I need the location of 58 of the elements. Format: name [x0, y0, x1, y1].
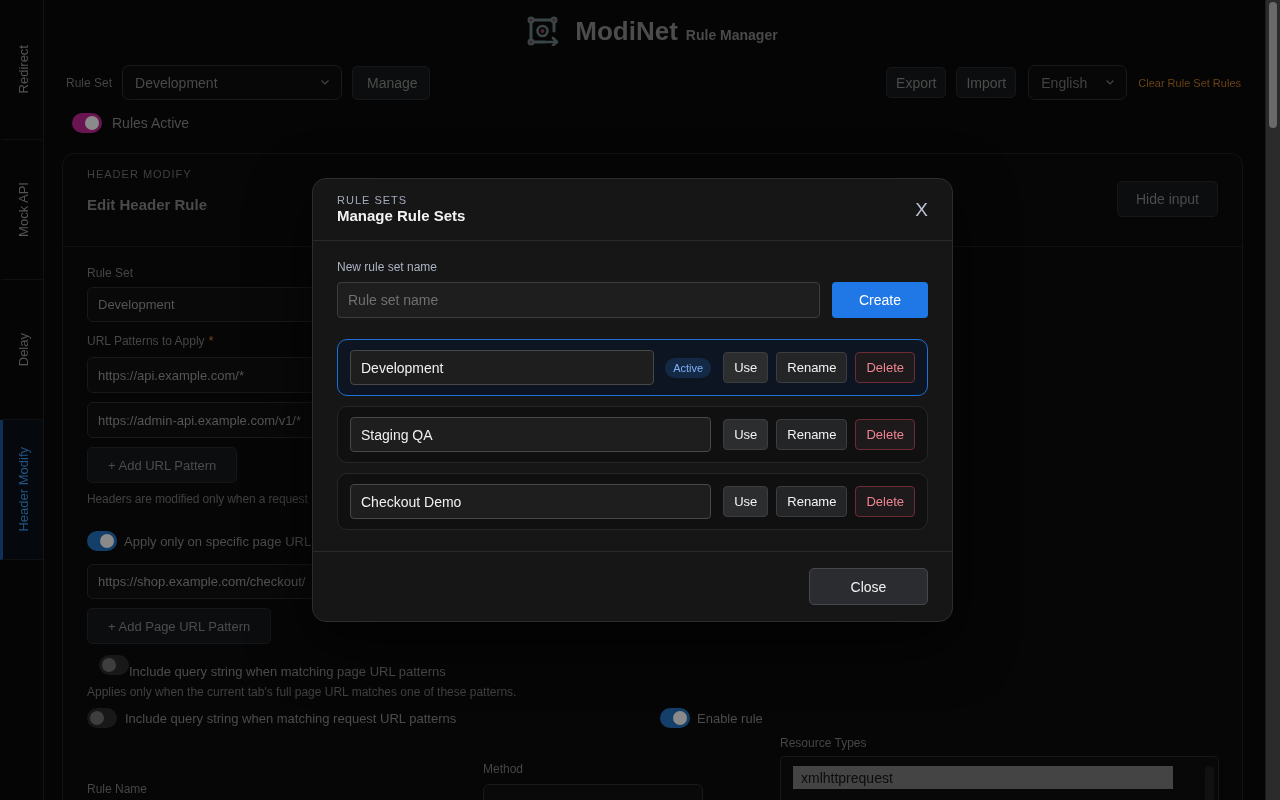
field-label: Rule Set — [87, 266, 134, 281]
field-label: Method — [483, 762, 524, 777]
toggle-label: Include query string when matching page URL patterns — [129, 664, 446, 679]
close-x-button[interactable]: X — [913, 198, 930, 221]
card-title: Edit Header Rule — [87, 195, 208, 215]
add-url-pattern-button[interactable]: + Add URL Pattern — [87, 447, 238, 483]
scrollbar-thumb[interactable] — [1269, 2, 1277, 128]
app-title: ModiNet — [575, 16, 678, 46]
rule-set-name-field[interactable]: Checkout Demo — [350, 484, 712, 519]
section-eyebrow: HEADER MODIFY — [87, 167, 192, 181]
list-option[interactable]: xmlhttprequest — [793, 766, 1173, 789]
delete-button[interactable]: Delete — [855, 419, 915, 450]
add-page-url-button[interactable]: + Add Page URL Pattern — [87, 608, 272, 644]
language-select[interactable]: English — [1028, 65, 1128, 100]
toggle-label: Enable rule — [697, 710, 763, 726]
toggle-label: Include query string when matching request URL patterns — [125, 710, 457, 726]
field-label: Rule Name — [87, 782, 148, 797]
rule-set-name-field[interactable]: Staging QA — [350, 417, 712, 452]
rule-set-label: Rule Set — [66, 75, 113, 90]
rename-button[interactable]: Rename — [776, 419, 848, 450]
toggle-switch[interactable] — [99, 655, 129, 675]
toggle-switch[interactable] — [87, 531, 117, 551]
modal-eyebrow: RULE SETS — [337, 194, 408, 207]
field-label: New rule set name — [337, 260, 438, 275]
sidebar-tab[interactable]: Mock API — [0, 140, 43, 280]
manage-button[interactable]: Manage — [352, 65, 431, 100]
chevron-down-icon — [321, 80, 330, 85]
use-button[interactable]: Use — [723, 486, 769, 517]
app-subtitle: Rule Manager — [685, 27, 778, 43]
create-button[interactable]: Create — [832, 282, 928, 318]
modal-title: Manage Rule Sets — [337, 207, 466, 225]
logo-icon — [527, 16, 560, 46]
hide-input-button[interactable]: Hide input — [1117, 181, 1218, 217]
toggle-switch[interactable] — [72, 113, 102, 133]
active-badge: Active — [665, 357, 712, 378]
close-button[interactable]: Close — [809, 568, 928, 605]
sidebar-tab[interactable]: Redirect — [0, 0, 43, 140]
toggle-switch[interactable] — [660, 708, 690, 728]
delete-button[interactable]: Delete — [855, 486, 915, 517]
rule-set-select[interactable]: Development — [122, 65, 343, 100]
rule-set-name-input[interactable]: Rule set name — [337, 282, 820, 318]
delete-button[interactable]: Delete — [855, 352, 915, 383]
field-label: Resource Types — [780, 736, 867, 751]
chevron-down-icon — [1106, 80, 1115, 85]
import-button[interactable]: Import — [956, 67, 1017, 98]
use-button[interactable]: Use — [723, 419, 769, 450]
field-label: URL Patterns to Apply * — [87, 334, 214, 349]
toggle-switch[interactable] — [87, 708, 117, 728]
export-button[interactable]: Export — [886, 67, 947, 98]
scrollbar[interactable] — [1265, 0, 1280, 800]
rename-button[interactable]: Rename — [776, 486, 848, 517]
rename-button[interactable]: Rename — [776, 352, 848, 383]
use-button[interactable]: Use — [723, 352, 769, 383]
rule-set-name-field[interactable]: Development — [350, 350, 655, 385]
toggle-label: Rules Active — [112, 115, 190, 131]
sidebar-tab[interactable]: Header Modify — [0, 420, 43, 560]
clear-rules-link[interactable]: Clear Rule Set Rules — [1138, 76, 1241, 89]
toggle-label: Apply only on specific page URL — [124, 533, 312, 549]
